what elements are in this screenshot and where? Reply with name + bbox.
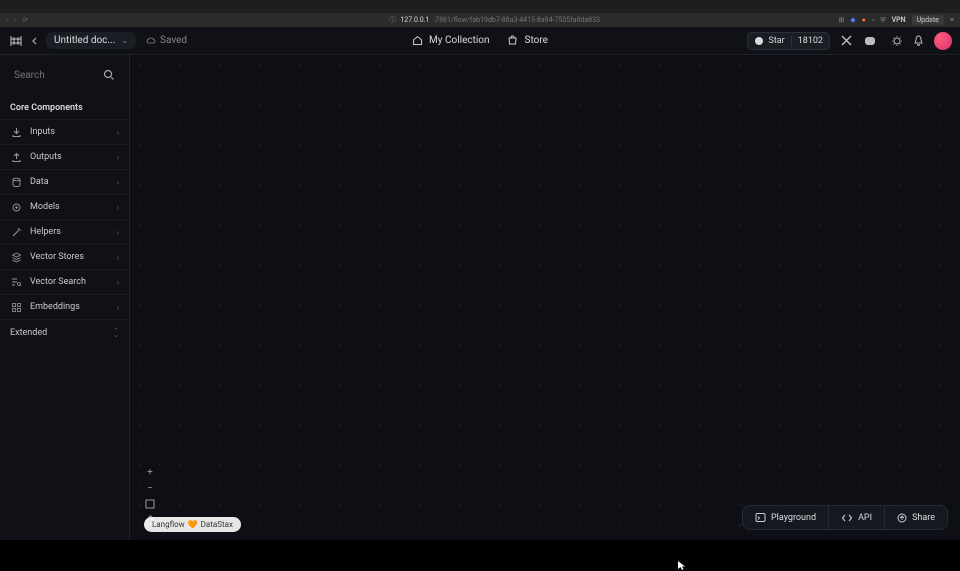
zoom-out-button[interactable]: − — [142, 481, 158, 495]
sidebar: Core Components Inputs › Outputs › Data … — [0, 55, 130, 540]
list-search-icon — [10, 276, 22, 288]
url-host: 127.0.0.1 — [400, 16, 429, 24]
layers-icon — [10, 251, 22, 263]
action-label: Share — [912, 513, 935, 523]
discord-icon[interactable] — [863, 35, 877, 47]
search-icon[interactable] — [103, 69, 115, 81]
extended-label: Extended — [10, 328, 47, 338]
browser-reload-icon[interactable]: ⟳ — [22, 16, 28, 24]
sidebar-item-vector-stores[interactable]: Vector Stores › — [0, 244, 129, 269]
github-icon — [754, 36, 764, 46]
action-label: Playground — [771, 513, 816, 523]
sidebar-item-label: Data — [30, 177, 109, 187]
database-icon — [10, 176, 22, 188]
playground-button[interactable]: Playground — [743, 506, 828, 529]
chevron-right-icon: › — [117, 278, 119, 287]
app-header: Untitled doc... ⌄ Saved My Collection St… — [0, 27, 960, 55]
chevron-right-icon: › — [117, 153, 119, 162]
nav-store[interactable]: Store — [508, 35, 548, 46]
extension-icon[interactable]: ⊞ — [838, 16, 844, 24]
sort-icon: ⌃⌄ — [113, 329, 119, 337]
brain-icon — [10, 201, 22, 213]
chevron-right-icon: › — [117, 303, 119, 312]
category-list: Inputs › Outputs › Data › Models › Helpe… — [0, 119, 129, 319]
github-star-widget[interactable]: Star 18102 — [747, 32, 830, 50]
sidebar-extended-toggle[interactable]: Extended ⌃⌄ — [0, 319, 129, 346]
home-icon — [412, 35, 423, 46]
flow-canvas[interactable]: + − Langflow 🧡 DataStax Playground API — [130, 55, 960, 540]
nav-label: My Collection — [429, 35, 489, 46]
action-label: API — [858, 513, 872, 523]
nav-my-collection[interactable]: My Collection — [412, 35, 489, 46]
section-title: Core Components — [0, 95, 129, 119]
back-button[interactable] — [30, 36, 40, 46]
bottom-action-bar: Playground API Share — [742, 505, 948, 530]
sidebar-item-vector-search[interactable]: Vector Search › — [0, 269, 129, 294]
browser-tab-strip — [0, 0, 960, 13]
chevron-right-icon: › — [117, 128, 119, 137]
bell-icon[interactable] — [913, 35, 924, 47]
user-avatar[interactable] — [934, 32, 952, 50]
chevron-right-icon: › — [117, 228, 119, 237]
app-logo[interactable] — [8, 33, 24, 49]
browser-back-icon[interactable]: ‹ — [6, 16, 8, 24]
site-info-icon[interactable]: ⓘ — [389, 15, 396, 25]
url-bar[interactable]: ⓘ 127.0.0.1 :7861/flow/fab19db7-88a3-441… — [149, 15, 600, 25]
cursor-pointer — [678, 561, 686, 571]
document-name: Untitled doc... — [54, 35, 115, 46]
sidebar-item-label: Vector Stores — [30, 252, 109, 262]
share-icon — [897, 513, 907, 523]
url-path: :7861/flow/fab19db7-88a3-4415-8a94-7505f… — [433, 16, 599, 24]
upload-icon — [10, 151, 22, 163]
zoom-in-button[interactable]: + — [142, 465, 158, 479]
attribution-langflow: Langflow — [152, 520, 185, 529]
share-button[interactable]: Share — [884, 506, 947, 529]
browser-menu-icon[interactable]: ≡ — [950, 16, 954, 24]
sidebar-item-outputs[interactable]: Outputs › — [0, 144, 129, 169]
star-count: 18102 — [791, 36, 829, 46]
extension-icon[interactable]: ● — [862, 16, 866, 24]
document-name-dropdown[interactable]: Untitled doc... ⌄ — [46, 32, 136, 49]
star-label: Star — [768, 36, 784, 46]
api-button[interactable]: API — [828, 506, 884, 529]
sidebar-item-helpers[interactable]: Helpers › — [0, 219, 129, 244]
attribution-datastax: DataStax — [201, 520, 233, 529]
cloud-icon — [146, 36, 156, 46]
sidebar-item-label: Vector Search — [30, 277, 109, 287]
heart-icon: 🧡 — [188, 520, 198, 529]
update-button[interactable]: Update — [912, 15, 944, 25]
sidebar-item-embeddings[interactable]: Embeddings › — [0, 294, 129, 319]
wand-icon — [10, 226, 22, 238]
sidebar-item-label: Helpers — [30, 227, 109, 237]
sidebar-item-data[interactable]: Data › — [0, 169, 129, 194]
chevron-right-icon: › — [117, 253, 119, 262]
fit-view-button[interactable] — [142, 497, 158, 511]
browser-forward-icon: › — [14, 16, 16, 24]
shield-icon[interactable]: ⛨ — [880, 16, 885, 25]
download-icon — [10, 126, 22, 138]
attribution-badge: Langflow 🧡 DataStax — [144, 517, 241, 532]
sidebar-item-models[interactable]: Models › — [0, 194, 129, 219]
sidebar-item-inputs[interactable]: Inputs › — [0, 119, 129, 144]
sidebar-item-label: Embeddings — [30, 302, 109, 312]
sidebar-item-label: Models — [30, 202, 109, 212]
extension-icon[interactable]: ▫ — [872, 16, 874, 24]
browser-toolbar: ‹ › ⟳ ⓘ 127.0.0.1 :7861/flow/fab19db7-88… — [0, 13, 960, 27]
theme-toggle-icon[interactable] — [891, 35, 903, 47]
nav-label: Store — [525, 35, 548, 46]
sidebar-item-label: Inputs — [30, 127, 109, 137]
extension-icon[interactable]: ◆ — [850, 16, 855, 24]
code-icon — [841, 513, 853, 523]
binary-icon — [10, 301, 22, 313]
save-status: Saved — [146, 35, 187, 46]
x-twitter-icon[interactable] — [840, 34, 853, 47]
terminal-icon — [755, 512, 766, 523]
chevron-right-icon: › — [117, 203, 119, 212]
vpn-badge[interactable]: VPN — [892, 16, 906, 24]
chevron-down-icon: ⌄ — [121, 36, 128, 45]
sidebar-item-label: Outputs — [30, 152, 109, 162]
store-icon — [508, 35, 519, 46]
chevron-right-icon: › — [117, 178, 119, 187]
saved-label: Saved — [160, 35, 187, 46]
